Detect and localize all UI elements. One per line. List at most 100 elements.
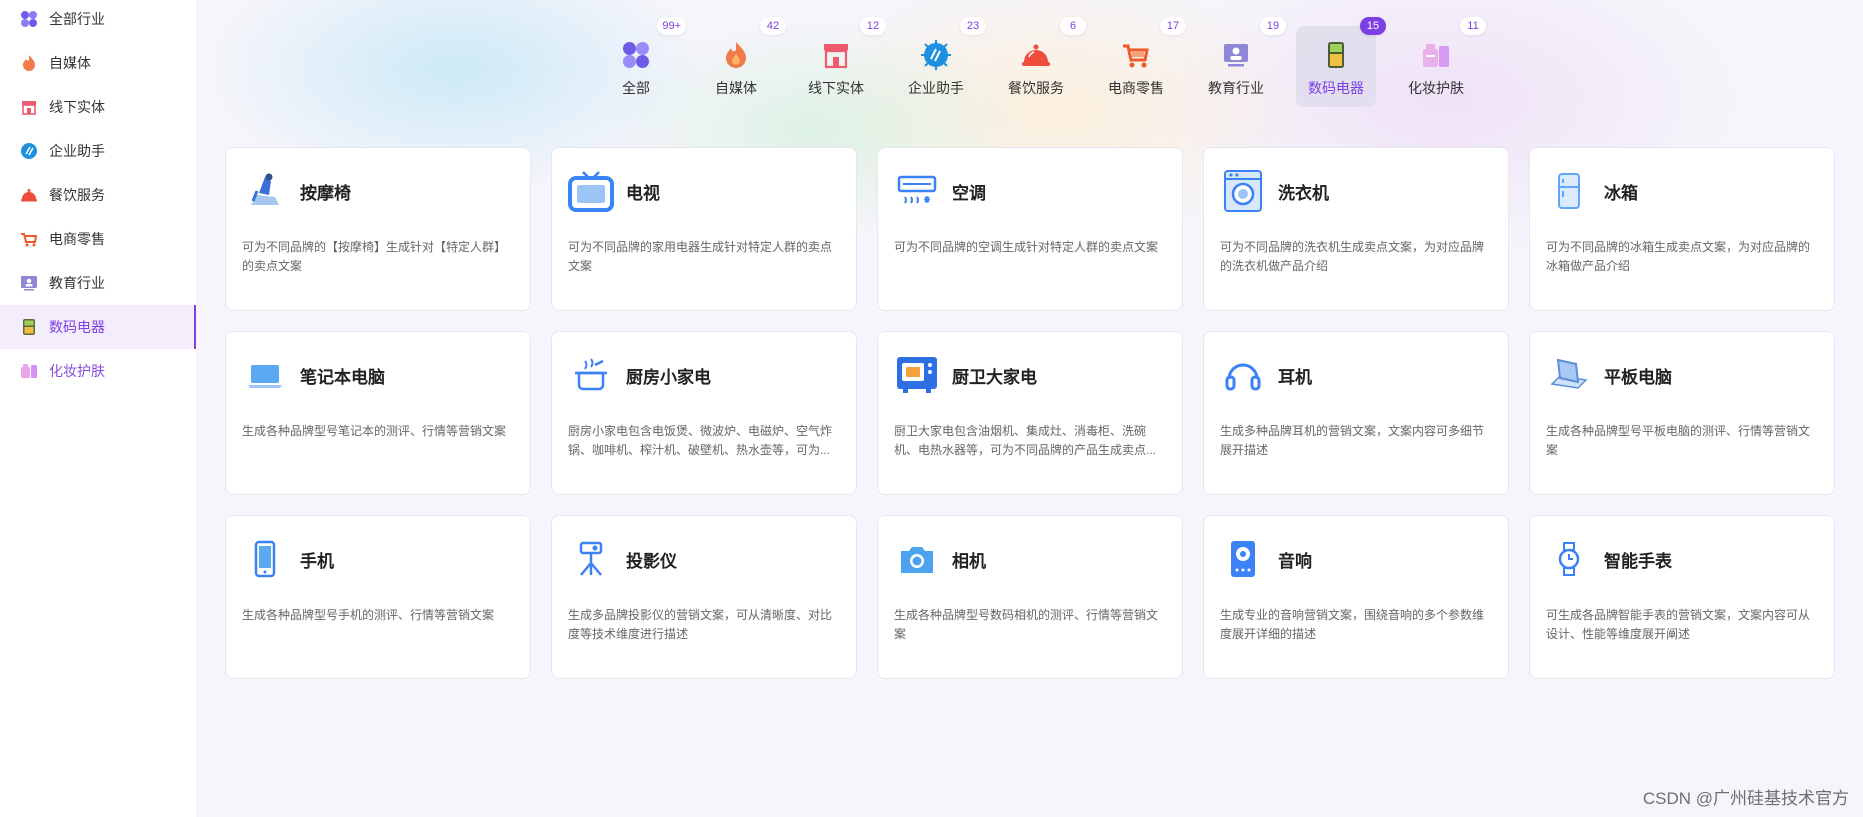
air-conditioner-icon <box>894 168 940 214</box>
card-tv[interactable]: 电视 可为不同品牌的家用电器生成针对特定人群的卖点文案 <box>551 147 857 311</box>
count-badge: 11 <box>1460 17 1486 35</box>
tab-label: 数码电器 <box>1308 80 1364 96</box>
tab-offline-store[interactable]: 12 线下实体 <box>796 17 886 107</box>
card-description: 生成各种品牌型号手机的测评、行情等营销文案 <box>242 608 495 622</box>
sidebar-item-digital-appliances[interactable]: 数码电器 <box>0 305 196 349</box>
sidebar-item-label: 全部行业 <box>49 11 105 27</box>
card-kitchen-large[interactable]: 厨卫大家电 厨卫大家电包含油烟机、集成灶、消毒柜、洗碗机、电热水器等，可为不同品… <box>877 331 1183 495</box>
card-laptop[interactable]: 笔记本电脑 生成各种品牌型号笔记本的测评、行情等营销文案 <box>225 331 531 495</box>
tab-education[interactable]: 19 教育行业 <box>1196 17 1286 107</box>
count-badge: 15 <box>1360 17 1386 35</box>
tab-label: 自媒体 <box>715 80 757 96</box>
card-title: 平板电脑 <box>1604 367 1672 387</box>
tab-label: 电商零售 <box>1108 80 1164 96</box>
card-title: 厨卫大家电 <box>952 367 1037 387</box>
sidebar-item-label: 电商零售 <box>49 231 105 247</box>
projector-icon <box>568 536 614 582</box>
sidebar: 全部行业 自媒体 线下实体 企业助手 餐饮服务 电商零售 教育行业 数码电器 化… <box>0 0 196 817</box>
card-tablet[interactable]: 平板电脑 生成各种品牌型号平板电脑的测评、行情等营销文案 <box>1529 331 1835 495</box>
tab-label: 餐饮服务 <box>1008 80 1064 96</box>
sidebar-item-label: 数码电器 <box>49 319 105 335</box>
card-title: 按摩椅 <box>300 183 351 203</box>
tab-enterprise[interactable]: 23 企业助手 <box>896 17 986 107</box>
tab-label: 化妆护肤 <box>1408 80 1464 96</box>
count-badge: 12 <box>860 17 886 35</box>
tab-label: 全部 <box>622 80 650 96</box>
chip-icon <box>20 142 38 160</box>
card-grid: 按摩椅 可为不同品牌的【按摩椅】生成针对【特定人群】的卖点文案 电视 可为不同品… <box>225 147 1835 679</box>
sidebar-item-catering[interactable]: 餐饮服务 <box>0 173 196 217</box>
shop-icon <box>20 98 38 116</box>
sidebar-item-label: 化妆护肤 <box>49 363 105 379</box>
headphones-icon <box>1220 352 1266 398</box>
sidebar-item-media[interactable]: 自媒体 <box>0 41 196 85</box>
phone-icon <box>242 536 288 582</box>
tab-label: 线下实体 <box>808 80 864 96</box>
card-title: 音响 <box>1278 551 1312 571</box>
sidebar-item-offline-store[interactable]: 线下实体 <box>0 85 196 129</box>
cosmetics-icon <box>20 362 38 380</box>
card-description: 可为不同品牌的家用电器生成针对特定人群的卖点文案 <box>568 240 833 273</box>
watermark: CSDN @广州硅基技术官方 <box>1642 789 1849 808</box>
card-kitchen-small[interactable]: 厨房小家电 厨房小家电包含电饭煲、微波炉、电磁炉、空气炸锅、咖啡机、榨汁机、破壁… <box>551 331 857 495</box>
card-phone[interactable]: 手机 生成各种品牌型号手机的测评、行情等营销文案 <box>225 515 531 679</box>
card-speaker[interactable]: 音响 生成专业的音响营销文案，围绕音响的多个参数维度展开详细的描述 <box>1203 515 1509 679</box>
card-title: 相机 <box>952 551 986 571</box>
card-smartwatch[interactable]: 智能手表 可生成各品牌智能手表的营销文案，文案内容可从设计、性能等维度展开阐述 <box>1529 515 1835 679</box>
cloche-icon <box>1020 39 1052 71</box>
tab-ecommerce[interactable]: 17 电商零售 <box>1096 17 1186 107</box>
card-description: 可为不同品牌的空调生成针对特定人群的卖点文案 <box>894 240 1159 254</box>
card-title: 笔记本电脑 <box>300 367 385 387</box>
sidebar-item-ecommerce[interactable]: 电商零售 <box>0 217 196 261</box>
massage-chair-icon <box>242 168 288 214</box>
laptop-icon <box>242 352 288 398</box>
count-badge: 6 <box>1060 17 1086 35</box>
tab-media[interactable]: 42 自媒体 <box>696 17 786 107</box>
oven-icon <box>894 352 940 398</box>
education-icon <box>20 274 38 292</box>
card-description: 生成多品牌投影仪的营销文案，可从清晰度、对比度等技术维度进行描述 <box>568 608 833 641</box>
flame-icon <box>720 39 752 71</box>
card-description: 可为不同品牌的【按摩椅】生成针对【特定人群】的卖点文案 <box>242 240 507 273</box>
card-description: 生成各种品牌型号数码相机的测评、行情等营销文案 <box>894 608 1159 641</box>
fridge-icon <box>1320 39 1352 71</box>
card-description: 可为不同品牌的洗衣机生成卖点文案，为对应品牌的洗衣机做产品介绍 <box>1220 240 1485 273</box>
card-fridge[interactable]: 冰箱 可为不同品牌的冰箱生成卖点文案，为对应品牌的冰箱做产品介绍 <box>1529 147 1835 311</box>
card-description: 生成各种品牌型号笔记本的测评、行情等营销文案 <box>242 424 507 438</box>
count-badge: 19 <box>1260 17 1286 35</box>
card-title: 厨房小家电 <box>626 367 711 387</box>
fridge-icon <box>1546 168 1592 214</box>
flame-icon <box>20 54 38 72</box>
card-projector[interactable]: 投影仪 生成多品牌投影仪的营销文案，可从清晰度、对比度等技术维度进行描述 <box>551 515 857 679</box>
tab-all[interactable]: 99+ 全部 <box>596 17 686 107</box>
card-washing-machine[interactable]: 洗衣机 可为不同品牌的洗衣机生成卖点文案，为对应品牌的洗衣机做产品介绍 <box>1203 147 1509 311</box>
cart-icon <box>20 230 38 248</box>
sidebar-item-enterprise[interactable]: 企业助手 <box>0 129 196 173</box>
card-camera[interactable]: 相机 生成各种品牌型号数码相机的测评、行情等营销文案 <box>877 515 1183 679</box>
tab-label: 企业助手 <box>908 80 964 96</box>
card-headphones[interactable]: 耳机 生成多种品牌耳机的营销文案，文案内容可多细节展开描述 <box>1203 331 1509 495</box>
card-title: 空调 <box>952 183 986 203</box>
card-title: 电视 <box>626 183 660 203</box>
washing-machine-icon <box>1220 168 1266 214</box>
speaker-icon <box>1220 536 1266 582</box>
fridge-icon <box>20 318 38 336</box>
card-description: 生成多种品牌耳机的营销文案，文案内容可多细节展开描述 <box>1220 424 1485 457</box>
card-description: 可生成各品牌智能手表的营销文案，文案内容可从设计、性能等维度展开阐述 <box>1546 608 1811 641</box>
tab-catering[interactable]: 6 餐饮服务 <box>996 17 1086 107</box>
kitchen-pot-icon <box>568 352 614 398</box>
card-massage-chair[interactable]: 按摩椅 可为不同品牌的【按摩椅】生成针对【特定人群】的卖点文案 <box>225 147 531 311</box>
sidebar-item-cosmetics[interactable]: 化妆护肤 <box>0 349 196 393</box>
smartwatch-icon <box>1546 536 1592 582</box>
category-tabs: 99+ 全部 42 自媒体 12 线下实体 23 企业助手 6 餐饮服务 17 … <box>596 17 1496 107</box>
card-title: 冰箱 <box>1604 183 1638 203</box>
tab-cosmetics[interactable]: 11 化妆护肤 <box>1396 17 1486 107</box>
count-badge: 99+ <box>657 17 686 35</box>
tab-digital-appliances[interactable]: 15 数码电器 <box>1296 17 1386 107</box>
card-air-conditioner[interactable]: 空调 可为不同品牌的空调生成针对特定人群的卖点文案 <box>877 147 1183 311</box>
main-area: 99+ 全部 42 自媒体 12 线下实体 23 企业助手 6 餐饮服务 17 … <box>196 0 1863 817</box>
cloche-icon <box>20 186 38 204</box>
sidebar-item-education[interactable]: 教育行业 <box>0 261 196 305</box>
camera-icon <box>894 536 940 582</box>
sidebar-item-all[interactable]: 全部行业 <box>0 0 196 41</box>
